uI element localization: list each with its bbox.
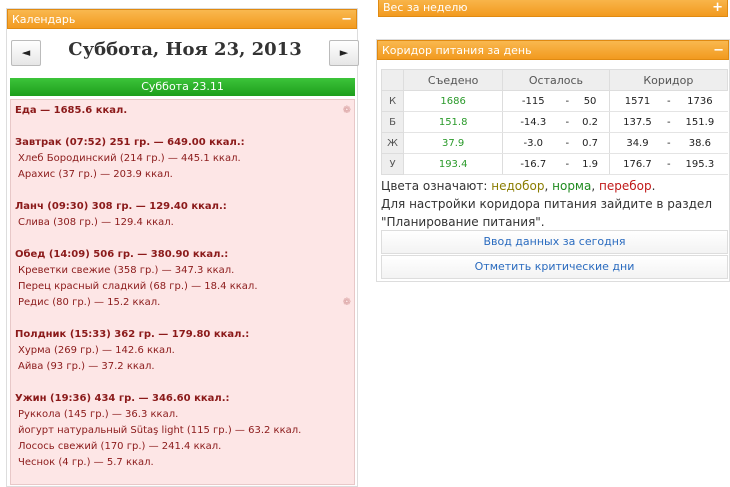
meal-item: Айва (93 гр.) — 37.2 ккал. (18, 361, 155, 372)
corr-min-cell: 34.9 (608, 132, 666, 154)
legend-comma: , (591, 179, 599, 193)
expand-icon[interactable]: + (712, 0, 723, 18)
pin-icon[interactable]: ❁ (343, 295, 351, 311)
dash: - (563, 153, 572, 175)
table-header: Съедено (402, 69, 504, 91)
dash: - (563, 132, 572, 154)
prev-day-button[interactable]: ◄ (11, 40, 41, 66)
dash: - (665, 111, 673, 133)
dash: - (563, 90, 572, 112)
left-min-cell: -16.7 (502, 153, 564, 175)
meal-item: Слива (308 гр.) — 129.4 ккал. (18, 217, 174, 228)
calendar-header[interactable]: Календарь − (7, 9, 357, 29)
dash: - (665, 132, 673, 154)
pin-icon[interactable]: ❁ (343, 103, 351, 119)
left-min-cell: -14.3 (502, 111, 564, 133)
corridor-table: Съедено Осталось Коридор К 1686 -115 - 5… (381, 69, 729, 175)
corridor-header[interactable]: Коридор питания за день − (377, 40, 729, 60)
legend-prefix: Цвета означают: (381, 179, 492, 193)
corr-min-cell: 176.7 (608, 153, 666, 175)
corr-max-cell: 151.9 (672, 111, 728, 133)
left-min-cell: -3.0 (502, 132, 564, 154)
meal-item: Чеснок (4 гр.) — 5.7 ккал. (18, 457, 154, 468)
color-legend: Цвета означают: недобор, норма, перебор.… (381, 177, 729, 231)
eaten-cell: 151.8 (403, 111, 503, 133)
week-weight-title: Вес за неделю (383, 1, 468, 14)
table-header: Коридор (608, 69, 729, 91)
legend-dot: . (651, 179, 656, 193)
eaten-cell: 193.4 (403, 153, 503, 175)
row-label: К (381, 90, 404, 112)
meal-item: Перец красный сладкий (68 гр.) — 18.4 кк… (18, 281, 258, 292)
date-title: Суббота, Ноя 23, 2013 (68, 39, 302, 60)
legend-norm: норма (552, 179, 592, 193)
mark-critical-days-button[interactable]: Отметить критические дни (381, 255, 728, 279)
next-day-button[interactable]: ► (329, 40, 359, 66)
meal-item: Лосось свежий (170 гр.) — 241.4 ккал. (18, 441, 222, 452)
left-max-cell: 0.7 (571, 132, 610, 154)
collapse-icon[interactable]: − (341, 10, 352, 30)
table-header (381, 69, 404, 91)
meal-item: Руккола (145 гр.) — 36.3 ккал. (18, 409, 179, 420)
legend-comma: , (544, 179, 553, 193)
meal-item: Хурма (269 гр.) — 142.6 ккал. (18, 345, 175, 356)
corr-min-cell: 137.5 (608, 111, 666, 133)
meal-title: Полдник (15:33) 362 гр. — 179.80 ккал.: (15, 329, 250, 340)
row-label: Ж (381, 132, 404, 154)
dash: - (665, 90, 673, 112)
meal-log: ❁ ❁ Еда — 1685.6 ккал. Завтрак (07:52) 2… (10, 99, 355, 485)
dash: - (563, 111, 572, 133)
table-row: Б 151.8 -14.3 - 0.2 137.5 - 151.9 (381, 111, 728, 133)
table-row: У 193.4 -16.7 - 1.9 176.7 - 195.3 (381, 153, 728, 175)
food-total: Еда — 1685.6 ккал. (15, 105, 128, 116)
enter-today-data-button[interactable]: Ввод данных за сегодня (381, 230, 728, 254)
table-row: К 1686 -115 - 50 1571 - 1736 (381, 90, 728, 112)
meal-title: Ужин (19:36) 434 гр. — 346.60 ккал.: (15, 393, 230, 404)
settings-note: Для настройки коридора питания зайдите в… (381, 197, 712, 229)
legend-over: перебор (598, 179, 652, 193)
meal-item: Арахис (37 гр.) — 203.9 ккал. (18, 169, 173, 180)
left-max-cell: 50 (571, 90, 610, 112)
meal-item: йогурт натуральный Sütaş light (115 гр.)… (18, 425, 302, 436)
eaten-cell: 1686 (403, 90, 503, 112)
meal-item: Хлеб Бородинский (214 гр.) — 445.1 ккал. (18, 153, 241, 164)
collapse-icon[interactable]: − (713, 41, 724, 61)
left-min-cell: -115 (502, 90, 564, 112)
calendar-title: Календарь (12, 13, 76, 26)
corr-max-cell: 1736 (672, 90, 728, 112)
meal-title: Завтрак (07:52) 251 гр. — 649.00 ккал.: (15, 137, 245, 148)
table-row: Ж 37.9 -3.0 - 0.7 34.9 - 38.6 (381, 132, 728, 154)
corridor-title: Коридор питания за день (382, 44, 532, 57)
row-label: Б (381, 111, 404, 133)
meal-title: Обед (14:09) 506 гр. — 380.90 ккал.: (15, 249, 229, 260)
day-bar[interactable]: Суббота 23.11 (10, 78, 355, 96)
eaten-cell: 37.9 (403, 132, 503, 154)
week-weight-header[interactable]: Вес за неделю + (378, 0, 728, 17)
corr-max-cell: 38.6 (672, 132, 728, 154)
left-max-cell: 0.2 (571, 111, 610, 133)
corr-min-cell: 1571 (608, 90, 666, 112)
calendar-panel: Календарь − ◄ Суббота, Ноя 23, 2013 ► Су… (6, 8, 359, 487)
corridor-panel: Коридор питания за день − Съедено Остало… (376, 39, 730, 282)
meal-title: Ланч (09:30) 308 гр. — 129.40 ккал.: (15, 201, 227, 212)
table-header: Осталось (502, 69, 610, 91)
meal-item: Креветки свежие (358 гр.) — 347.3 ккал. (18, 265, 235, 276)
legend-under: недобор (491, 179, 545, 193)
legend-line: Цвета означают: недобор, норма, перебор. (381, 177, 729, 195)
meal-item: Редис (80 гр.) — 15.2 ккал. (18, 297, 161, 308)
left-max-cell: 1.9 (571, 153, 610, 175)
row-label: У (381, 153, 404, 175)
corr-max-cell: 195.3 (672, 153, 728, 175)
dash: - (665, 153, 673, 175)
